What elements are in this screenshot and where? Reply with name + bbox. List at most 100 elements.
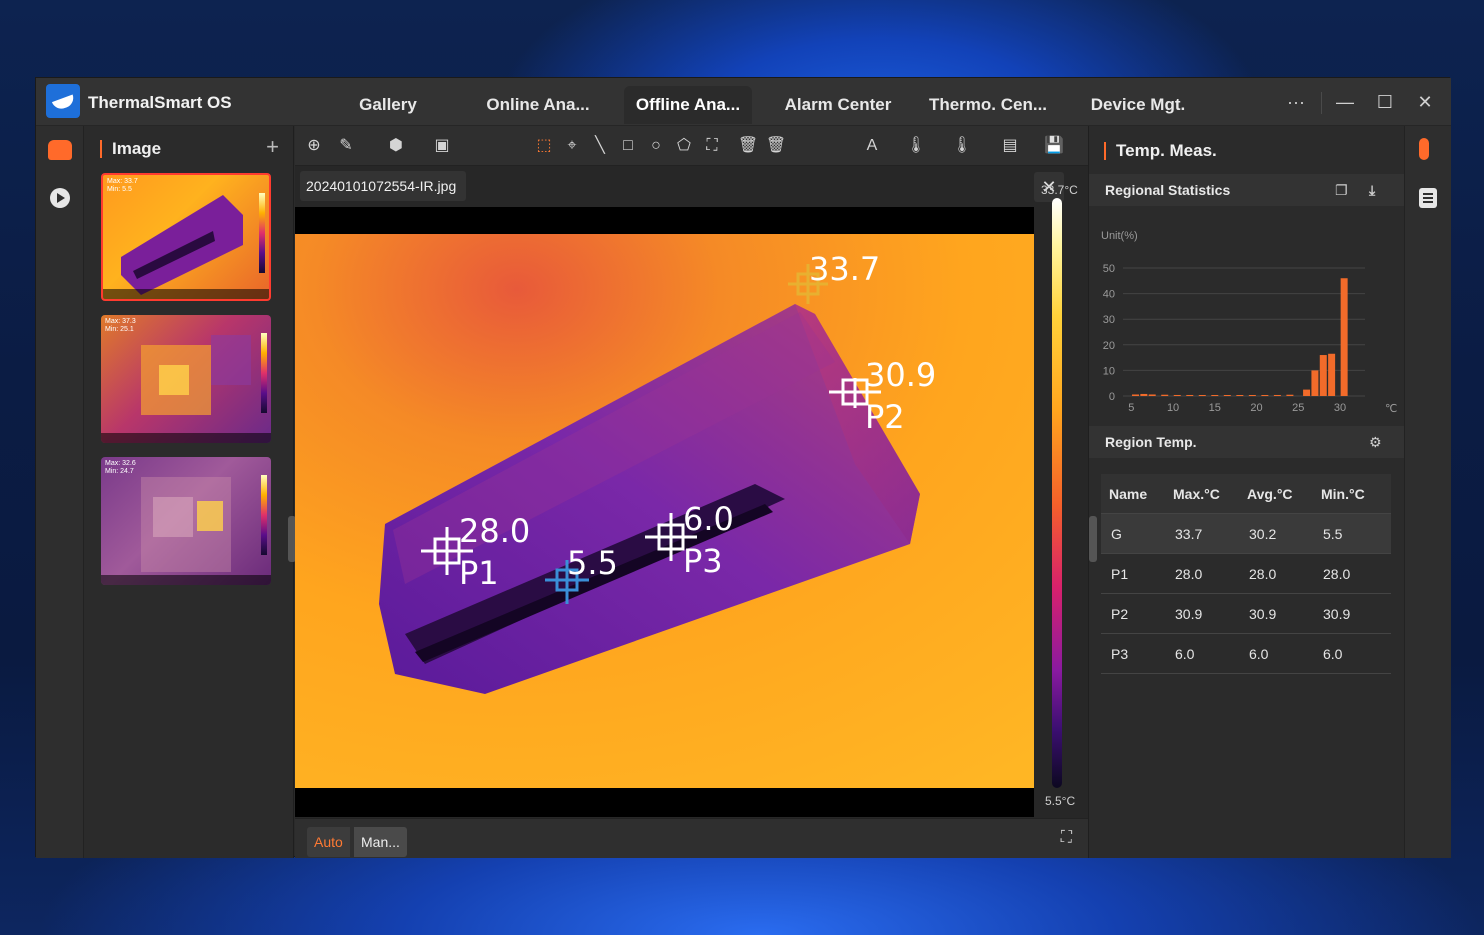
point-tool-icon[interactable]: ⌖ [561,136,583,156]
save-icon[interactable]: 💾 [1043,136,1065,156]
chart-unit-label: Unit(%) [1101,230,1138,242]
cell-min: 5.5 [1323,526,1343,542]
table-row[interactable]: G 33.7 30.2 5.5 [1101,514,1391,554]
histogram-chart: 0 10 20 30 40 50 5 10 15 20 25 30 ℃ [1103,263,1398,415]
x-axis-unit: ℃ [1385,402,1397,415]
cell-avg: 30.2 [1249,526,1277,542]
tab-online-analysis[interactable]: Online Ana... [468,86,608,124]
marker-p1-name: P1 [459,554,499,592]
y-tick-label: 20 [1103,340,1115,352]
thumbnail-3-footer [101,575,271,585]
color-scale-bar [1052,198,1062,788]
histogram-bar [1261,395,1269,396]
zoom-in-icon[interactable]: ⊕ [303,136,325,156]
y-tick-label: 10 [1103,365,1115,377]
histogram-bar [1328,353,1336,396]
histogram-bar [1173,394,1181,396]
scale-min-label: 5.5°C [1045,794,1076,808]
thumbnail-1-scale [259,193,265,273]
tab-offline-analysis[interactable]: Offline Ana... [624,86,752,124]
temperature-measurement-panel: Temp. Meas. Regional Statistics ❐ ⤓ Unit… [1088,126,1405,858]
collapse-right-handle[interactable] [1089,516,1097,562]
histogram-bar [1211,395,1219,396]
histogram-bar [1161,394,1169,396]
report-icon[interactable]: ▤ [999,136,1021,156]
title-bar: ThermalSmart OS Gallery Online Ana... Of… [36,78,1451,126]
thumbnail-1[interactable]: Max: 33.7 Min: 5.5 [101,173,271,301]
cell-avg: 30.9 [1249,606,1277,622]
manual-mode-button[interactable]: Man... [354,827,407,857]
delete-all-icon[interactable]: 🗑 [765,136,787,156]
edit-palette-icon[interactable]: ✎ [335,136,357,156]
tab-thermo-center[interactable]: Thermo. Cen... [920,86,1056,124]
close-button[interactable]: ✕ [1413,90,1437,114]
auto-mode-button[interactable]: Auto [307,827,350,857]
thermal-image[interactable]: 33.7 30.9 P2 28.0 P1 5.5 6.0 P3 [295,234,1034,788]
add-image-icon[interactable]: + [266,134,279,160]
tab-alarm-center[interactable]: Alarm Center [772,86,904,124]
marker-max-value: 33.7 [809,250,880,288]
table-row[interactable]: P3 6.0 6.0 6.0 [1101,634,1391,674]
thumbnail-3-scale [261,475,267,555]
line-tool-icon[interactable]: ╲ [589,136,611,156]
temperature-alarm-icon[interactable]: 🌡 [951,136,973,156]
thumbnail-1-footer [103,289,269,299]
table-row[interactable]: P1 28.0 28.0 28.0 [1101,554,1391,594]
image-settings-icon[interactable]: ▣ [431,136,453,156]
play-icon[interactable] [50,188,70,208]
download-icon[interactable]: ⤓ [1369,174,1375,206]
region-temp-title: Region Temp. [1105,434,1197,450]
viewer-bottom-bar: Auto Man... ⛶ [295,818,1088,858]
histogram-bar [1223,395,1231,396]
tab-device-management[interactable]: Device Mgt. [1076,86,1200,124]
cell-max: 33.7 [1175,526,1203,542]
regional-statistics-title: Regional Statistics [1105,182,1231,198]
thumbnail-2-footer [101,433,271,443]
marker-p2-name: P2 [865,398,905,436]
histogram-bar [1186,394,1194,396]
cell-min: 6.0 [1323,646,1343,662]
header-avg: Avg.°C [1247,486,1293,502]
histogram-bar [1319,355,1327,396]
thermal-camera-icon[interactable] [48,140,72,160]
y-tick-label: 0 [1109,391,1115,403]
tab-gallery[interactable]: Gallery [336,86,440,124]
cell-name: P1 [1111,566,1129,582]
thumbnail-2[interactable]: Max: 37.3 Min: 25.1 [101,315,271,443]
3d-view-icon[interactable]: ⬢ [385,136,407,156]
table-row[interactable]: P2 30.9 30.9 30.9 [1101,594,1391,634]
cell-min: 28.0 [1323,566,1351,582]
histogram-bar [1286,394,1294,396]
temperature-icon[interactable]: 🌡 [905,136,927,156]
marker-p2-value: 30.9 [865,356,936,394]
thumbnail-3[interactable]: Max: 32.6 Min: 24.7 [101,457,271,585]
scale-max-label: 33.7°C [1041,183,1078,197]
thermometer-icon[interactable] [1419,138,1429,160]
copy-icon[interactable]: ❐ [1335,174,1348,206]
maximize-button[interactable]: ☐ [1373,90,1397,114]
more-icon[interactable]: ··· [1284,90,1308,114]
text-tool-icon[interactable]: A [861,136,883,156]
histogram-bar [1311,370,1319,396]
fullscreen-icon[interactable]: ⛶ [1061,829,1072,847]
marker-p3-value: 6.0 [683,500,734,538]
circle-tool-icon[interactable]: ○ [645,136,667,156]
list-icon[interactable] [1419,188,1437,208]
file-tab[interactable]: 20240101072554-IR.jpg [300,171,466,201]
header-max: Max.°C [1173,486,1220,502]
polygon-tool-icon[interactable]: ⬠ [673,136,695,156]
histogram-bar [1303,389,1311,396]
select-tool-icon[interactable]: ⬚ [533,136,555,156]
viewer-toolbar: ⊕ ✎ ⬢ ▣ ⬚ ⌖ ╲ □ ○ ⬠ ⛶ 🗑 🗑 A 🌡 🌡 ▤ 💾 [295,126,1088,166]
image-panel: Image + Max: 33.7 Min: 5.5 Max: 37.3 Min: … [84,126,296,858]
auto-detect-icon[interactable]: ⛶ [701,136,723,156]
delete-icon[interactable]: 🗑 [737,136,759,156]
thumbnail-2-scale [261,333,267,413]
app-logo-icon [46,84,80,118]
header-name: Name [1109,486,1148,502]
rectangle-tool-icon[interactable]: □ [617,136,639,156]
temp-meas-title: Temp. Meas. [1104,142,1217,160]
settings-icon[interactable]: ⚙ [1369,426,1382,458]
thumbnail-3-image [141,477,231,572]
minimize-button[interactable]: — [1333,90,1357,114]
